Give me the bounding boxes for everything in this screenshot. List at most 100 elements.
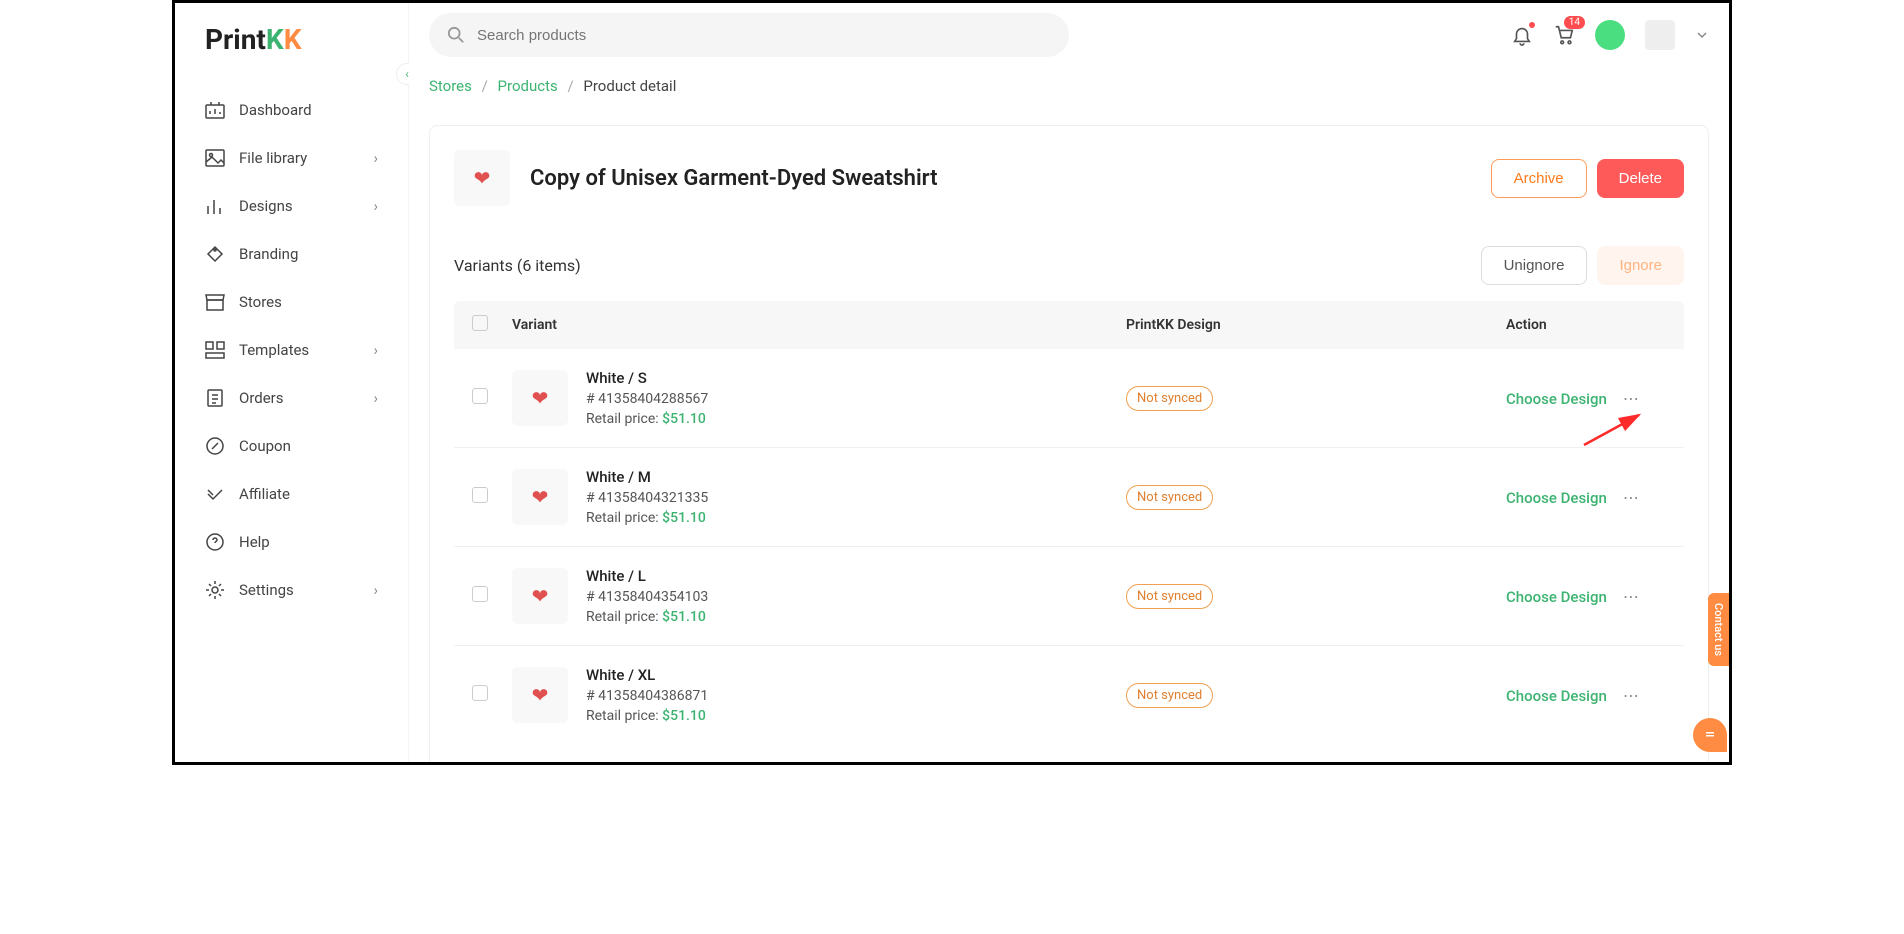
breadcrumb-products[interactable]: Products xyxy=(498,77,558,95)
chat-bubble-icon[interactable] xyxy=(1693,718,1727,752)
row-checkbox[interactable] xyxy=(472,487,488,503)
sidebar-item-affiliate[interactable]: Affiliate xyxy=(175,470,408,518)
cart-button[interactable]: 14 xyxy=(1553,24,1575,46)
product-thumbnail: ❤ xyxy=(454,150,510,206)
heart-icon: ❤ xyxy=(532,485,549,509)
sidebar-item-label: Help xyxy=(239,533,270,551)
notification-dot xyxy=(1529,22,1535,28)
delete-button[interactable]: Delete xyxy=(1597,159,1684,198)
row-checkbox[interactable] xyxy=(472,586,488,602)
image-icon xyxy=(205,148,225,168)
retail-price-label: Retail price: xyxy=(586,510,659,526)
search-input[interactable] xyxy=(477,27,1051,44)
choose-design-link[interactable]: Choose Design xyxy=(1506,390,1607,408)
variant-name: White / L xyxy=(586,567,708,585)
heart-icon: ❤ xyxy=(532,386,549,410)
sidebar-item-label: Designs xyxy=(239,197,293,215)
sidebar-item-dashboard[interactable]: Dashboard xyxy=(175,86,408,134)
table-row: ❤ White / M # 41358404321335 Retail pric… xyxy=(454,448,1684,547)
variant-thumbnail: ❤ xyxy=(512,568,568,624)
variant-thumbnail: ❤ xyxy=(512,370,568,426)
store-icon xyxy=(205,292,225,312)
topbar: 14 xyxy=(409,3,1729,67)
sidebar-item-coupon[interactable]: Coupon xyxy=(175,422,408,470)
heart-icon: ❤ xyxy=(474,166,491,190)
tag-icon xyxy=(205,244,225,264)
cart-badge: 14 xyxy=(1564,16,1585,29)
variant-thumbnail: ❤ xyxy=(512,667,568,723)
table-row: ❤ White / XL # 41358404386871 Retail pri… xyxy=(454,646,1684,744)
variant-sku: # 41358404288567 xyxy=(586,391,708,407)
orders-icon xyxy=(205,388,225,408)
contact-us-tab[interactable]: Contact us xyxy=(1708,593,1729,666)
row-checkbox[interactable] xyxy=(472,388,488,404)
sidebar-item-help[interactable]: Help xyxy=(175,518,408,566)
sidebar-item-stores[interactable]: Stores xyxy=(175,278,408,326)
search-box[interactable] xyxy=(429,13,1069,57)
logo-text-1: Print xyxy=(205,23,266,56)
sidebar-item-label: Stores xyxy=(239,293,282,311)
more-actions-icon[interactable]: ⋯ xyxy=(1623,686,1641,705)
variant-price: $51.10 xyxy=(662,510,706,526)
choose-design-link[interactable]: Choose Design xyxy=(1506,687,1607,705)
variant-sku: # 41358404321335 xyxy=(586,490,708,506)
more-actions-icon[interactable]: ⋯ xyxy=(1623,389,1641,408)
logo-text-2: K xyxy=(266,23,284,56)
more-actions-icon[interactable]: ⋯ xyxy=(1623,587,1641,606)
notifications-button[interactable] xyxy=(1511,24,1533,46)
logo-text-3: K xyxy=(284,23,302,56)
affiliate-icon xyxy=(205,484,225,504)
sidebar-item-branding[interactable]: Branding xyxy=(175,230,408,278)
logo: PrintKK xyxy=(175,23,408,76)
sidebar-item-label: Dashboard xyxy=(239,101,312,119)
sidebar: PrintKK ‹ Dashboard File library › Desig… xyxy=(175,3,409,762)
variant-price: $51.10 xyxy=(662,609,706,625)
variant-name: White / M xyxy=(586,468,708,486)
retail-price-label: Retail price: xyxy=(586,411,659,427)
more-actions-icon[interactable]: ⋯ xyxy=(1623,488,1641,507)
not-synced-badge: Not synced xyxy=(1126,584,1213,609)
choose-design-link[interactable]: Choose Design xyxy=(1506,489,1607,507)
sidebar-item-orders[interactable]: Orders › xyxy=(175,374,408,422)
breadcrumb-detail: Product detail xyxy=(583,77,676,95)
variant-price: $51.10 xyxy=(662,708,706,724)
chevron-right-icon: › xyxy=(373,197,378,215)
sidebar-item-label: Templates xyxy=(239,341,309,359)
sidebar-item-designs[interactable]: Designs › xyxy=(175,182,408,230)
dashboard-icon xyxy=(205,100,225,120)
user-placeholder xyxy=(1645,20,1675,50)
chevron-right-icon: › xyxy=(373,341,378,359)
retail-price-label: Retail price: xyxy=(586,708,659,724)
sidebar-item-settings[interactable]: Settings › xyxy=(175,566,408,614)
sidebar-item-file-library[interactable]: File library › xyxy=(175,134,408,182)
chevron-down-icon[interactable] xyxy=(1695,28,1709,42)
gear-icon xyxy=(205,580,225,600)
ignore-button[interactable]: Ignore xyxy=(1597,246,1684,285)
table-row: ❤ White / L # 41358404354103 Retail pric… xyxy=(454,547,1684,646)
variants-table: Variant PrintKK Design Action ❤ White / … xyxy=(454,301,1684,744)
variant-price: $51.10 xyxy=(662,411,706,427)
unignore-button[interactable]: Unignore xyxy=(1481,246,1588,285)
archive-button[interactable]: Archive xyxy=(1491,159,1587,198)
templates-icon xyxy=(205,340,225,360)
not-synced-badge: Not synced xyxy=(1126,485,1213,510)
select-all-checkbox[interactable] xyxy=(472,315,488,331)
sidebar-item-label: Affiliate xyxy=(239,485,290,503)
sidebar-item-label: Branding xyxy=(239,245,298,263)
heart-icon: ❤ xyxy=(532,584,549,608)
avatar[interactable] xyxy=(1595,20,1625,50)
product-card: ❤ Copy of Unisex Garment-Dyed Sweatshirt… xyxy=(429,125,1709,762)
breadcrumb: Stores / Products / Product detail xyxy=(409,67,1729,105)
chevron-right-icon: › xyxy=(373,149,378,167)
col-action: Action xyxy=(1506,317,1666,333)
heart-icon: ❤ xyxy=(532,683,549,707)
not-synced-badge: Not synced xyxy=(1126,386,1213,411)
choose-design-link[interactable]: Choose Design xyxy=(1506,588,1607,606)
chevron-right-icon: › xyxy=(373,581,378,599)
sidebar-item-label: File library xyxy=(239,149,307,167)
sidebar-item-templates[interactable]: Templates › xyxy=(175,326,408,374)
row-checkbox[interactable] xyxy=(472,685,488,701)
designs-icon xyxy=(205,196,225,216)
variant-thumbnail: ❤ xyxy=(512,469,568,525)
breadcrumb-stores[interactable]: Stores xyxy=(429,77,472,95)
